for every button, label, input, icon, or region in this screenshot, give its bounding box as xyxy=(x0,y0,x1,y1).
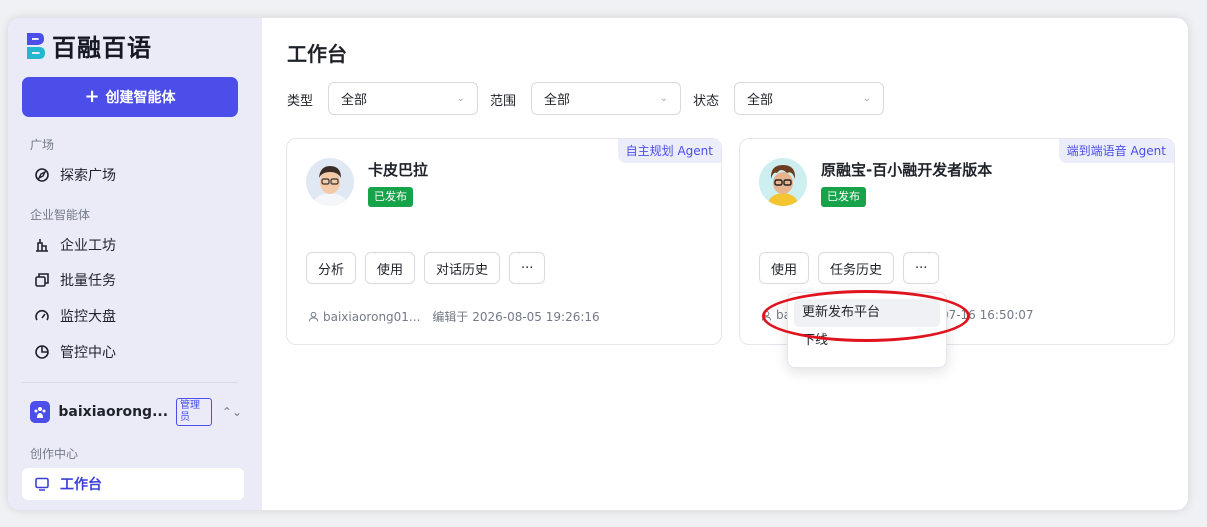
sidebar-item-control[interactable]: 管控中心 xyxy=(22,336,244,368)
sidebar-item-workbench[interactable]: 工作台 xyxy=(22,468,244,500)
filter-scope-label: 范围 xyxy=(490,94,517,109)
sidebar-item-label: 企业工坊 xyxy=(60,238,116,254)
edited-time: 编辑于 2026-08-05 19:26:16 xyxy=(432,310,600,324)
logo[interactable]: 百融百语 xyxy=(24,28,152,63)
user-icon xyxy=(761,310,772,321)
filter-scope-select[interactable]: 全部 ⌄ xyxy=(531,82,681,115)
agent-type-tag: 端到端语音 Agent xyxy=(1058,139,1174,163)
more-button[interactable]: ··· xyxy=(903,252,940,284)
team-icon xyxy=(34,407,46,418)
agent-card[interactable]: 自主规划 Agent 卡皮巴拉 已发布 分析 使用 对话历史 ··· baixi… xyxy=(286,138,722,345)
pie-chart-icon xyxy=(35,345,49,359)
avatar-image xyxy=(759,158,807,206)
sidebar-item-workshop[interactable]: 企业工坊 xyxy=(22,229,244,261)
sidebar: 百融百语 + 创建智能体 广场 探索广场 企业智能体 企业工坊 批量任务 监控大… xyxy=(8,18,262,510)
copy-icon xyxy=(35,273,49,287)
agent-type-tag: 自主规划 Agent xyxy=(617,139,721,163)
agent-avatar xyxy=(306,158,354,206)
menu-item-update-platform[interactable]: 更新发布平台 xyxy=(794,299,940,327)
compass-icon xyxy=(35,168,49,182)
chevron-down-icon: ⌄ xyxy=(456,93,465,104)
chevron-up-down-icon: ⌃⌄ xyxy=(221,405,242,419)
sidebar-item-label: 管控中心 xyxy=(60,345,116,361)
logo-text: 百融百语 xyxy=(52,34,152,62)
status-badge: 已发布 xyxy=(821,187,866,207)
sidebar-divider xyxy=(22,382,238,383)
main-content: 工作台 类型 全部 ⌄ 范围 全部 ⌄ 状态 全部 ⌄ 自主规划 Agent 卡… xyxy=(262,18,1188,510)
chat-history-button[interactable]: 对话历史 xyxy=(424,252,501,284)
plus-icon: + xyxy=(84,86,100,107)
task-history-button[interactable]: 任务历史 xyxy=(818,252,895,284)
role-badge: 管理员 xyxy=(176,398,212,426)
more-menu: 更新发布平台 下线 xyxy=(787,292,947,368)
sidebar-item-label: 批量任务 xyxy=(60,273,116,289)
agent-name: 卡皮巴拉 xyxy=(368,161,429,179)
team-avatar xyxy=(30,401,51,423)
logo-icon xyxy=(27,32,45,59)
sidebar-item-label: 工作台 xyxy=(60,477,102,493)
building-icon xyxy=(36,239,48,252)
user-icon xyxy=(308,311,319,322)
section-label-enterprise: 企业智能体 xyxy=(30,208,91,222)
analyze-button[interactable]: 分析 xyxy=(306,252,357,284)
page-title: 工作台 xyxy=(287,42,347,66)
filter-type-label: 类型 xyxy=(287,94,314,109)
card-actions: 使用 任务历史 ··· xyxy=(759,252,940,284)
agent-name: 原融宝-百小融开发者版本 xyxy=(821,161,993,179)
author-name: baixiaorong01... xyxy=(323,309,421,324)
chevron-down-icon: ⌄ xyxy=(659,93,668,104)
filter-type-select[interactable]: 全部 ⌄ xyxy=(328,82,478,115)
filter-type-value: 全部 xyxy=(341,93,368,108)
sidebar-item-monitor[interactable]: 监控大盘 xyxy=(22,300,244,332)
create-agent-label: 创建智能体 xyxy=(105,90,176,106)
sidebar-item-label: 监控大盘 xyxy=(60,309,116,325)
sidebar-item-label: 探索广场 xyxy=(60,168,116,184)
section-label-square: 广场 xyxy=(30,138,55,152)
use-button[interactable]: 使用 xyxy=(759,252,810,284)
status-badge: 已发布 xyxy=(368,187,413,207)
user-name: baixiaorong... xyxy=(58,404,169,420)
more-button[interactable]: ··· xyxy=(509,252,546,284)
filter-status-select[interactable]: 全部 ⌄ xyxy=(734,82,884,115)
sidebar-item-explore[interactable]: 探索广场 xyxy=(22,159,244,191)
avatar-image xyxy=(306,158,354,206)
sidebar-item-batch[interactable]: 批量任务 xyxy=(22,264,244,296)
menu-item-offline[interactable]: 下线 xyxy=(794,327,940,355)
create-agent-button[interactable]: + 创建智能体 xyxy=(22,77,238,117)
gauge-icon xyxy=(35,309,49,321)
card-actions: 分析 使用 对话历史 ··· xyxy=(306,252,546,284)
agent-avatar xyxy=(759,158,807,206)
filter-status-value: 全部 xyxy=(747,93,774,108)
workspace-switcher[interactable]: baixiaorong... 管理员 ⌃⌄ xyxy=(30,398,242,426)
section-label-creation: 创作中心 xyxy=(30,447,79,461)
filter-status-label: 状态 xyxy=(693,94,720,109)
filter-scope-value: 全部 xyxy=(544,93,571,108)
app-window: 百融百语 + 创建智能体 广场 探索广场 企业智能体 企业工坊 批量任务 监控大… xyxy=(8,18,1188,510)
monitor-icon xyxy=(35,477,49,491)
card-meta: baixiaorong01... 编辑于 2026-08-05 19:26:16 xyxy=(308,308,600,325)
chevron-down-icon: ⌄ xyxy=(862,93,871,104)
use-button[interactable]: 使用 xyxy=(365,252,416,284)
